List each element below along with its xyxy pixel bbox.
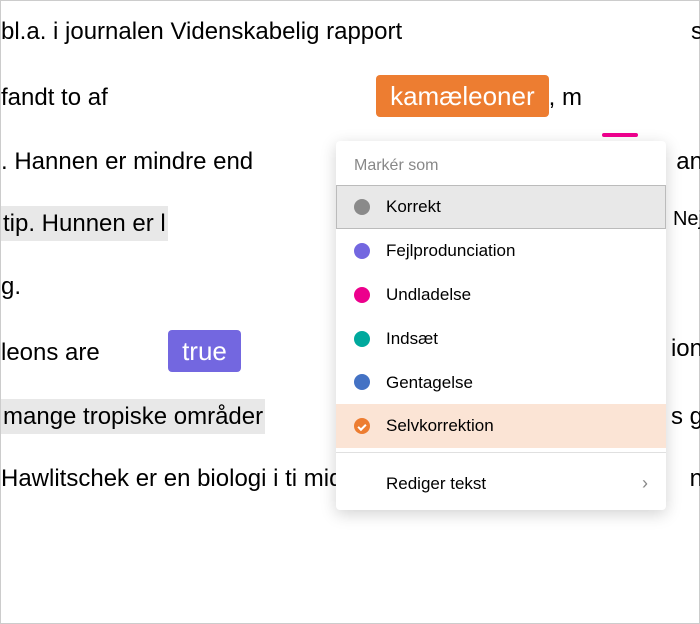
option-label: Fejlprodunciation [386,239,515,263]
text-fragment: s [691,1,700,63]
option-label: Indsæt [386,327,438,351]
text-fragment: n [690,448,700,510]
dot-insertion-icon [354,331,370,347]
option-label: Selvkorrektion [386,414,494,438]
text-fragment: , m [549,84,582,111]
text-fragment-grey: mange tropiske områder [1,399,265,434]
popup-header: Markér som [336,141,666,185]
option-label: Undladelse [386,283,471,307]
mark-correct-option[interactable]: Korrekt [336,185,666,229]
mark-omission-option[interactable]: Undladelse [336,273,666,317]
word-mispronunciation-highlight[interactable]: true [168,330,241,372]
dot-selfcorrection-check-icon [354,418,370,434]
dot-omission-icon [354,287,370,303]
mark-as-popup: Markér som Korrekt Fejlprodunciation Und… [336,141,666,510]
option-label: Korrekt [386,195,441,219]
chevron-right-icon: › [642,471,648,496]
edit-text-label: Rediger tekst [354,472,486,496]
edit-text-option[interactable]: Rediger tekst › [336,457,666,510]
mark-insertion-option[interactable]: Indsæt [336,317,666,361]
text-fragment: fandt to af [1,84,108,111]
popup-divider [336,452,666,453]
word-error-highlight[interactable]: kamæleoner [376,75,549,117]
text-fragment: ion [671,318,700,380]
mark-repetition-option[interactable]: Gentagelse [336,361,666,405]
option-label: Gentagelse [386,371,473,395]
text-fragment: bl.a. i journalen Videnskabelig rapport [1,18,402,45]
dot-correct-icon [354,199,370,215]
text-fragment: s g [671,386,700,448]
text-fragment: Hawlitschek er en biologi i ti midte [1,465,363,492]
text-fragment: . Hannen er mindre end [1,148,253,175]
dot-repetition-icon [354,374,370,390]
text-fragment: leons are [1,339,106,366]
mark-mispronunciation-option[interactable]: Fejlprodunciation [336,229,666,273]
text-fragment: Nej [673,193,700,245]
dot-mispronunciation-icon [354,243,370,259]
text-fragment-grey: tip. Hunnen er l [1,206,168,241]
text-fragment: g. [1,273,21,300]
text-fragment: an [676,131,700,193]
mark-selfcorrection-option[interactable]: Selvkorrektion [336,404,666,448]
